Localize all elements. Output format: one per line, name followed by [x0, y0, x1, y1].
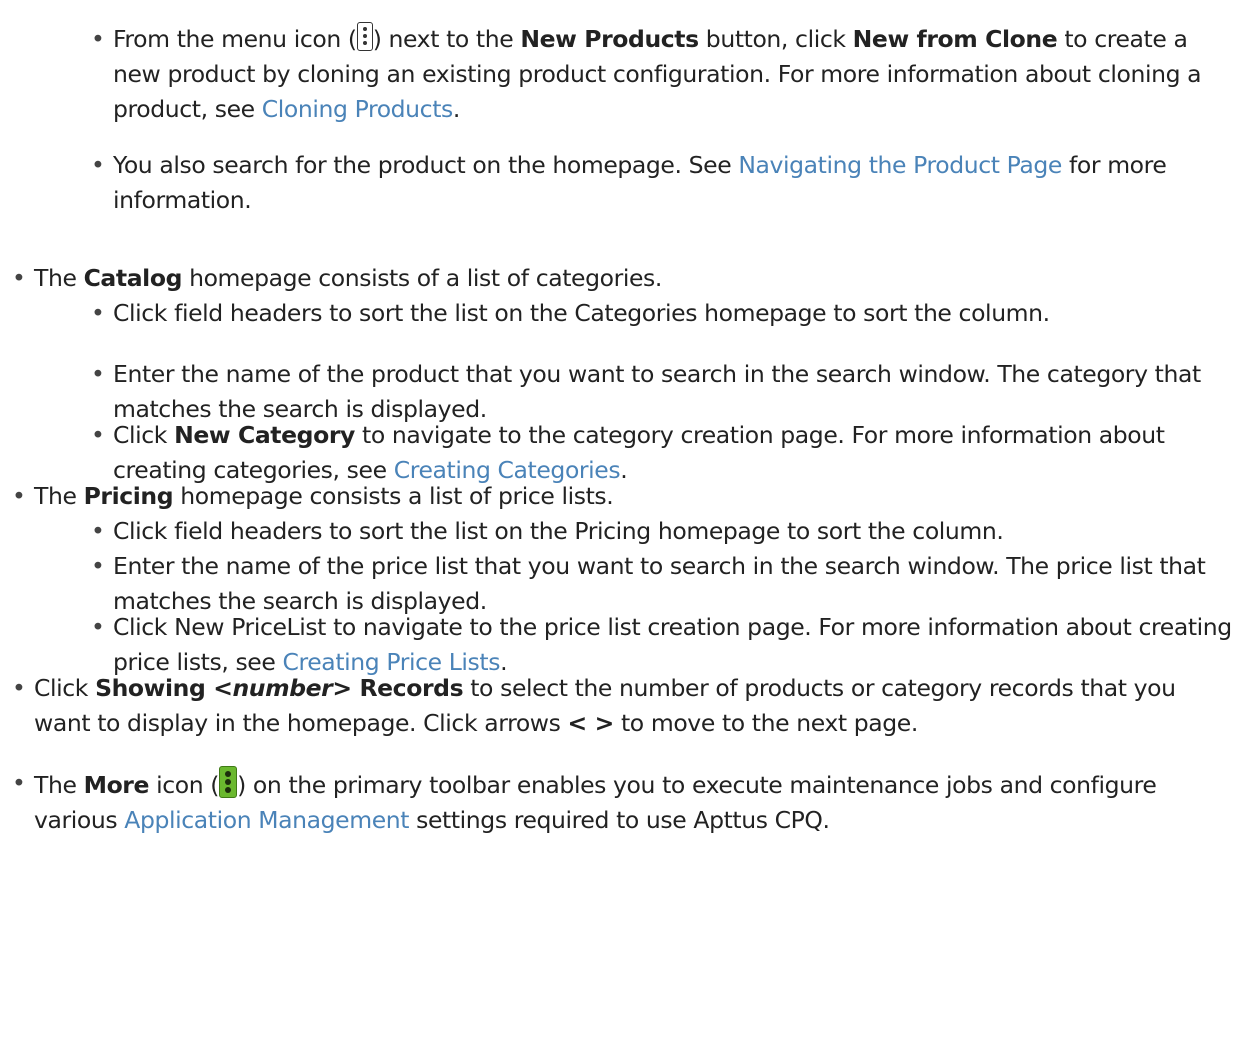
bullet: • [91, 517, 105, 545]
bullet: • [91, 151, 105, 179]
list-item-sort-categories: • Click field headers to sort the list o… [91, 296, 1233, 331]
navigating-product-page-link[interactable]: Navigating the Product Page [738, 151, 1062, 179]
bullet: • [12, 769, 26, 797]
application-management-link[interactable]: Application Management [124, 806, 409, 834]
more-icon [219, 766, 238, 798]
list-item-pricing: • The Pricing homepage consists a list o… [12, 479, 1234, 514]
bullet: • [91, 25, 105, 53]
bullet: • [91, 552, 105, 580]
list-item-catalog: • The Catalog homepage consists of a lis… [12, 261, 1234, 296]
bullet: • [91, 299, 105, 327]
bullet: • [12, 482, 26, 510]
bullet: • [91, 421, 105, 449]
menu-icon [356, 22, 373, 51]
list-item-search-product: • You also search for the product on the… [91, 148, 1233, 218]
bullet: • [91, 613, 105, 641]
bullet: • [12, 674, 26, 702]
list-item-more-icon: • The More icon () on the primary toolba… [12, 766, 1234, 838]
list-item-search-category: • Enter the name of the product that you… [91, 357, 1233, 427]
list-item-sort-pricing: • Click field headers to sort the list o… [91, 514, 1233, 549]
bullet: • [91, 360, 105, 388]
document-page: • From the menu icon () next to the New … [0, 0, 1240, 1039]
list-item-search-price-list: • Enter the name of the price list that … [91, 549, 1233, 619]
list-item-new-pricelist: • Click New PriceList to navigate to the… [91, 610, 1233, 680]
list-item-new-from-clone: • From the menu icon () next to the New … [91, 22, 1233, 127]
cloning-products-link[interactable]: Cloning Products [262, 95, 453, 123]
list-item-showing-records: • Click Showing <number> Records to sele… [12, 671, 1234, 741]
list-item-new-category: • Click New Category to navigate to the … [91, 418, 1233, 488]
bullet: • [12, 264, 26, 292]
